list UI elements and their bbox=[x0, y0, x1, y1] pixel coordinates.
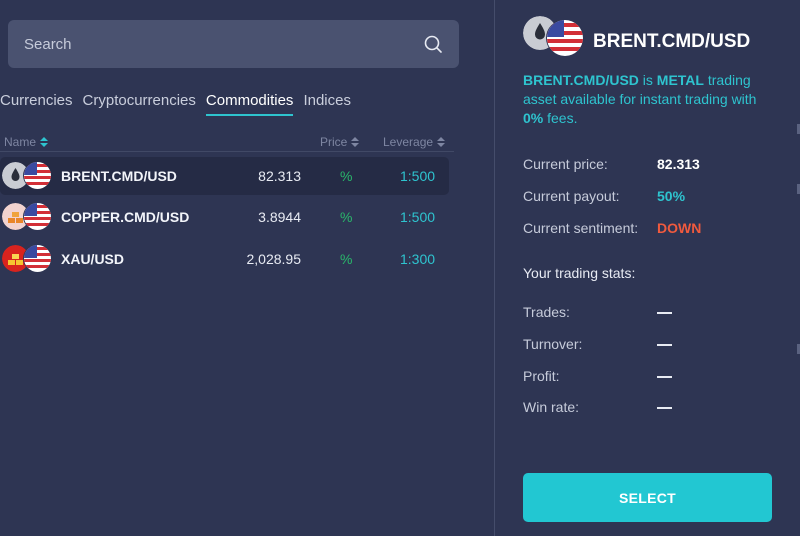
current-sentiment-label: Current sentiment: bbox=[523, 220, 639, 236]
turnover-value-dash bbox=[657, 344, 672, 346]
desc-fee: 0% bbox=[523, 110, 544, 126]
asset-icons bbox=[2, 203, 52, 231]
table-row[interactable]: XAU/USD 2,028.95 % 1:300 bbox=[0, 240, 449, 278]
asset-detail-panel: BRENT.CMD/USD BRENT.CMD/USD is METAL tra… bbox=[495, 0, 800, 536]
asset-price: 82.313 bbox=[258, 168, 301, 184]
asset-change: % bbox=[340, 251, 353, 267]
asset-price: 2,028.95 bbox=[246, 251, 302, 267]
trades-value-dash bbox=[657, 312, 672, 314]
current-price-label: Current price: bbox=[523, 156, 608, 172]
us-flag-icon bbox=[24, 245, 51, 272]
current-price-value: 82.313 bbox=[657, 156, 700, 172]
current-payout-label: Current payout: bbox=[523, 188, 620, 204]
detail-asset-icons bbox=[523, 16, 585, 56]
category-tabs: Currencies Cryptocurrencies Commodities … bbox=[0, 92, 351, 116]
asset-symbol: BRENT.CMD/USD bbox=[61, 168, 177, 184]
sort-icon bbox=[351, 137, 360, 147]
trading-stats-heading: Your trading stats: bbox=[523, 265, 636, 281]
asset-icons bbox=[2, 245, 52, 273]
profit-value-dash bbox=[657, 376, 672, 378]
asset-icons bbox=[2, 162, 52, 190]
desc-type: METAL bbox=[656, 72, 704, 88]
search-input[interactable] bbox=[24, 35, 423, 53]
us-flag-icon bbox=[24, 203, 51, 230]
asset-price: 3.8944 bbox=[258, 209, 301, 225]
table-row[interactable]: COPPER.CMD/USD 3.8944 % 1:500 bbox=[0, 198, 449, 236]
price-column-header[interactable]: Price bbox=[320, 135, 360, 149]
desc-end: fees. bbox=[543, 110, 578, 126]
table-header: Name Price Leverage bbox=[0, 134, 454, 152]
asset-leverage: 1:300 bbox=[400, 251, 436, 267]
search-icon[interactable] bbox=[423, 34, 443, 54]
desc-symbol: BRENT.CMD/USD bbox=[523, 72, 639, 88]
us-flag-icon bbox=[24, 162, 51, 189]
tab-indices[interactable]: Indices bbox=[303, 92, 351, 116]
us-flag-icon bbox=[547, 20, 583, 56]
detail-description: BRENT.CMD/USD is METAL trading asset ava… bbox=[523, 71, 773, 128]
asset-change: % bbox=[340, 168, 353, 184]
turnover-label: Turnover: bbox=[523, 336, 583, 352]
winrate-label: Win rate: bbox=[523, 399, 580, 415]
profit-label: Profit: bbox=[523, 368, 560, 384]
name-header-label: Name bbox=[4, 135, 37, 149]
tab-cryptocurrencies[interactable]: Cryptocurrencies bbox=[83, 92, 196, 116]
winrate-value-dash bbox=[657, 407, 672, 409]
name-column-header[interactable]: Name bbox=[4, 135, 49, 149]
leverage-header-label: Leverage bbox=[383, 135, 434, 149]
asset-leverage: 1:500 bbox=[400, 209, 436, 225]
current-payout-value: 50% bbox=[657, 188, 686, 204]
asset-symbol: XAU/USD bbox=[61, 251, 125, 267]
search-box[interactable] bbox=[8, 20, 459, 68]
price-header-label: Price bbox=[320, 135, 348, 149]
desc-is: is bbox=[638, 72, 657, 88]
sort-icon bbox=[437, 137, 446, 147]
trades-label: Trades: bbox=[523, 304, 570, 320]
leverage-column-header[interactable]: Leverage bbox=[383, 135, 446, 149]
table-row[interactable]: BRENT.CMD/USD 82.313 % 1:500 bbox=[0, 157, 449, 195]
tab-currencies[interactable]: Currencies bbox=[0, 92, 73, 116]
tab-commodities[interactable]: Commodities bbox=[205, 92, 294, 116]
detail-title: BRENT.CMD/USD bbox=[593, 31, 751, 52]
sort-icon bbox=[40, 137, 49, 147]
asset-leverage: 1:500 bbox=[400, 168, 436, 184]
current-sentiment-value: DOWN bbox=[657, 220, 702, 236]
select-button[interactable]: SELECT bbox=[523, 473, 772, 522]
asset-symbol: COPPER.CMD/USD bbox=[61, 209, 190, 225]
asset-change: % bbox=[340, 209, 353, 225]
asset-list-panel: Currencies Cryptocurrencies Commodities … bbox=[0, 0, 494, 536]
